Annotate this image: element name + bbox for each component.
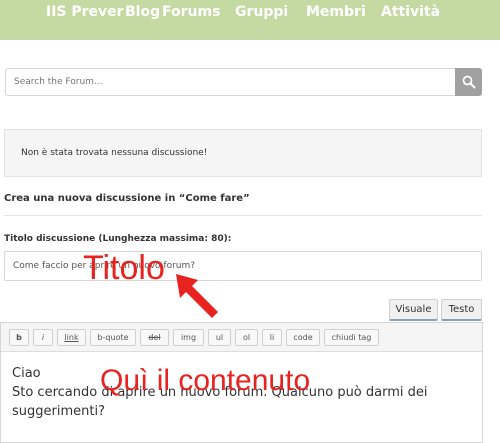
content-line: suggerimenti?: [12, 404, 105, 419]
content-annotation: Quì il contenuto: [100, 364, 311, 397]
visual-mode-button[interactable]: Visuale: [389, 299, 438, 321]
nav-item-membri[interactable]: Membri: [306, 4, 366, 20]
title-label: Titolo discussione (Lunghezza massima: 8…: [4, 234, 232, 244]
editor-toolbar: b i link b-quote del img ul ol li code c…: [1, 323, 482, 352]
del-button[interactable]: del: [140, 329, 169, 346]
ol-button[interactable]: ol: [235, 329, 258, 346]
nav-item-blog[interactable]: Blog: [125, 4, 160, 20]
italic-button[interactable]: i: [33, 329, 53, 346]
top-navigation: IIS Prever Blog Forums Gruppi Membri Att…: [0, 0, 500, 40]
img-button[interactable]: img: [173, 329, 204, 346]
forum-search: [5, 68, 482, 96]
blockquote-button[interactable]: b-quote: [90, 329, 136, 346]
nav-item-home[interactable]: IIS Prever: [46, 4, 124, 20]
notice-text: Non è stata trovata nessuna discussione!: [21, 148, 208, 158]
arrow-up-left-icon: [176, 274, 218, 318]
ul-button[interactable]: ul: [208, 329, 231, 346]
title-annotation: Titolo: [83, 249, 165, 287]
discussion-title-input[interactable]: [4, 251, 482, 281]
search-input[interactable]: [5, 68, 455, 96]
link-button[interactable]: link: [57, 329, 86, 346]
bold-button[interactable]: b: [9, 329, 29, 346]
no-discussions-notice: Non è stata trovata nessuna discussione!: [4, 129, 482, 177]
li-button[interactable]: li: [262, 329, 282, 346]
code-button[interactable]: code: [286, 329, 320, 346]
close-tags-button[interactable]: chiudi tag: [324, 329, 379, 346]
search-button[interactable]: [455, 68, 482, 96]
divider: [4, 215, 482, 216]
nav-item-forums[interactable]: Forums: [162, 4, 220, 20]
nav-item-gruppi[interactable]: Gruppi: [235, 4, 288, 20]
new-discussion-heading: Crea una nuova discussione in “Come fare…: [4, 193, 250, 204]
search-icon: [462, 75, 476, 89]
nav-item-attivita[interactable]: Attività: [381, 4, 440, 20]
text-mode-button[interactable]: Testo: [441, 299, 482, 321]
